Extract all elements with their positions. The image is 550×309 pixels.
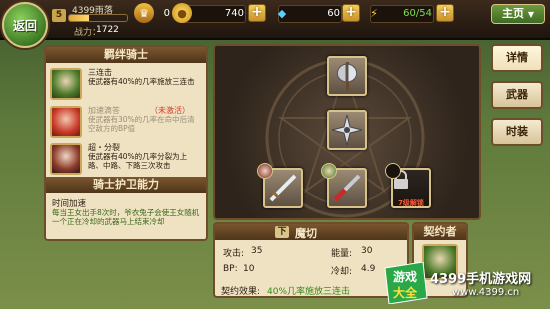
add-energy-button[interactable]: + — [436, 4, 454, 22]
tab-weapons[interactable]: 武器 — [491, 81, 543, 109]
weapon-name: 魔切 — [295, 227, 317, 240]
knight-panel: 羁绊骑士 三连击 使武器有40%的几率施放三连击 加速滴答 （未激活） 使武器有… — [44, 45, 208, 241]
diamond-icon: ◆ — [277, 6, 287, 20]
guard-panel-title: 骑士护卫能力 — [46, 177, 206, 193]
battle-axe-icon — [336, 62, 358, 90]
skill-row-triple-strike[interactable]: 三连击 使武器有40%的几率施放三连击 — [50, 66, 204, 104]
knight-portrait-hat-icon — [50, 68, 82, 100]
bp-label: BP: — [223, 264, 238, 274]
knight-mini-icon — [257, 163, 273, 179]
skill-row-split[interactable]: 超・分裂 使武器有40%的几率分裂为上路、中路、下路三次攻击 — [50, 141, 204, 179]
knight-mini-icon — [321, 163, 337, 179]
back-button[interactable]: 返回 — [2, 2, 48, 48]
back-label: 返回 — [12, 18, 37, 33]
chevron-down-icon: ▼ — [527, 10, 534, 19]
tab-details[interactable]: 详情 — [491, 44, 543, 72]
skill-desc: 使武器有40%的几率施放三连击 — [88, 77, 195, 86]
skill-desc: 使武器有30%的几率在命中后清空敌方的BP值 — [88, 115, 195, 133]
contractor-title: 契约者 — [414, 224, 466, 240]
contract-effect-value: 40%几率施放三连击 — [267, 287, 351, 297]
knight-portrait-tophat-icon — [50, 143, 82, 175]
weapon-info-panel: 下 魔切 攻击: 35 能量: 30 BP: 10 冷却: 4.9 契约效果: … — [213, 222, 409, 298]
gold-value: 740 — [224, 8, 244, 19]
empty-mini-badge — [385, 163, 401, 179]
shuriken-icon — [331, 114, 363, 146]
add-diamond-button[interactable]: + — [342, 4, 360, 22]
home-button[interactable]: 主页 ▼ — [491, 4, 545, 24]
site-url: www.4399.cn — [452, 287, 520, 298]
site-name: 4399手机游戏网 — [430, 272, 532, 287]
energy-value: 60/54 — [403, 8, 432, 19]
home-label: 主页 — [502, 7, 524, 20]
attack-label: 攻击: — [223, 249, 245, 259]
skill-desc: 使武器有40%的几率分裂为上路、中路、下路三次攻击 — [88, 152, 188, 170]
weapon-grade-badge: 下 — [275, 226, 289, 238]
energy-stat-value: 30 — [361, 246, 373, 256]
player-level-badge: 5 — [52, 9, 66, 22]
logo-line1: 游戏 — [393, 269, 417, 284]
exp-fill — [69, 15, 90, 21]
skill-row-accelerate[interactable]: 加速滴答 （未激活） 使武器有30%的几率在命中后清空敌方的BP值 — [50, 104, 204, 142]
logo-line2: 大全 — [393, 285, 418, 300]
attack-value: 35 — [251, 246, 263, 256]
knight-portrait-redhair-icon — [50, 106, 82, 138]
power-value: 1722 — [96, 25, 119, 35]
weapon-arena: 7级解锁 — [213, 44, 481, 220]
gold-coin-icon: ● — [172, 3, 192, 23]
add-gold-button[interactable]: + — [248, 4, 266, 22]
bp-value: 10 — [243, 264, 255, 274]
site-logo: 游戏 大全 — [383, 261, 429, 305]
axe-slot[interactable] — [327, 56, 367, 96]
contract-effect-label: 契约效果: — [221, 287, 261, 297]
knight-panel-title: 羁绊骑士 — [46, 47, 206, 63]
energy-bolt-icon: ⚡ — [370, 6, 378, 20]
cooldown-value: 4.9 — [361, 264, 376, 274]
rank-value: 0 — [163, 8, 170, 19]
lock-label: 7级解锁 — [398, 199, 424, 207]
exp-bar — [68, 14, 128, 22]
tab-costume[interactable]: 时装 — [491, 118, 543, 146]
cooldown-label: 冷却: — [331, 267, 353, 277]
energy-label: 能量: — [331, 249, 353, 259]
diamond-value: 60 — [327, 8, 340, 19]
guard-ability-desc: 每当王女出手8次时，爷衣兔子会使王女随机一个正在冷却的武器马上结束冷却 — [52, 208, 200, 226]
shuriken-slot[interactable] — [327, 110, 367, 150]
